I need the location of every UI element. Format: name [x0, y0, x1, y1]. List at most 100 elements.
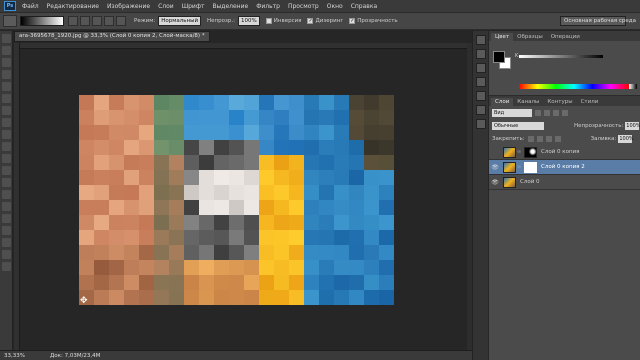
lock-all-icon[interactable] — [554, 135, 561, 142]
history-brush-tool-icon[interactable] — [2, 142, 11, 151]
angle-gradient-button[interactable] — [92, 16, 102, 26]
adjustment-filter-icon[interactable] — [544, 109, 550, 116]
layer-mask-thumbnail[interactable] — [524, 161, 537, 173]
tab-color[interactable]: Цвет — [491, 33, 514, 41]
pen-tool-icon[interactable] — [2, 202, 11, 211]
path-select-tool-icon[interactable] — [2, 226, 11, 235]
marquee-tool-icon[interactable] — [2, 46, 11, 55]
lock-position-icon[interactable] — [545, 135, 552, 142]
shape-tool-icon[interactable] — [2, 238, 11, 247]
layer-thumbnail[interactable] — [503, 146, 516, 158]
layer-name[interactable]: Слой 0 — [520, 179, 540, 185]
mosaic-tile — [214, 245, 229, 260]
layer-row[interactable]: 👁 Слой 0 — [489, 175, 640, 190]
workspace-select[interactable]: Основная рабочая среда — [560, 16, 636, 26]
menu-image[interactable]: Изображение — [107, 3, 150, 10]
lasso-tool-icon[interactable] — [2, 58, 11, 67]
opacity-input[interactable]: 100% — [238, 16, 260, 26]
gradient-tool-icon[interactable] — [3, 15, 17, 27]
pixel-filter-icon[interactable] — [535, 109, 541, 116]
properties-panel-icon[interactable] — [476, 49, 486, 59]
k-channel-slider[interactable] — [519, 55, 603, 58]
inverse-checkbox-box[interactable] — [265, 18, 272, 24]
layer-name[interactable]: Слой 0 копия 2 — [541, 164, 585, 170]
crop-tool-icon[interactable] — [2, 82, 11, 91]
zoom-tool-icon[interactable] — [2, 262, 11, 271]
visibility-toggle-icon[interactable]: 👁 — [489, 179, 501, 186]
type-tool-icon[interactable] — [2, 214, 11, 223]
clone-stamp-tool-icon[interactable] — [2, 130, 11, 139]
menu-select[interactable]: Выделение — [212, 3, 248, 10]
layer-mask-thumbnail[interactable] — [524, 146, 537, 158]
type-filter-icon[interactable] — [553, 109, 559, 116]
layer-row[interactable]: ∞ Слой 0 копия — [489, 145, 640, 160]
zoom-level[interactable]: 33,33% — [4, 353, 32, 359]
layer-thumbnail[interactable] — [503, 161, 516, 173]
layer-opacity-input[interactable]: 100% — [625, 121, 640, 130]
foreground-color-swatch[interactable] — [493, 51, 505, 63]
inverse-label: Инверсия — [273, 18, 302, 24]
visibility-toggle-icon[interactable]: 👁 — [489, 164, 501, 171]
dodge-tool-icon[interactable] — [2, 190, 11, 199]
menu-filter[interactable]: Фильтр — [256, 3, 280, 10]
info-panel-icon[interactable] — [476, 63, 486, 73]
mosaic-tile — [199, 155, 214, 170]
brush-tool-icon[interactable] — [2, 118, 11, 127]
tab-styles[interactable]: Стили — [577, 98, 603, 106]
quick-select-tool-icon[interactable] — [2, 70, 11, 79]
menu-layers[interactable]: Слои — [158, 3, 174, 10]
transparency-checkbox-box[interactable]: ✓ — [349, 18, 356, 24]
menu-help[interactable]: Справка — [351, 3, 377, 10]
tab-channels[interactable]: Каналы — [513, 98, 543, 106]
lock-image-icon[interactable] — [536, 135, 543, 142]
image-canvas[interactable] — [79, 95, 394, 305]
eraser-tool-icon[interactable] — [2, 154, 11, 163]
diamond-gradient-button[interactable] — [116, 16, 126, 26]
layer-kind-select[interactable]: Вид — [492, 108, 532, 117]
inverse-checkbox[interactable]: Инверсия — [265, 18, 302, 24]
menu-file[interactable]: Файл — [22, 3, 39, 10]
dither-checkbox-box[interactable]: ✓ — [307, 18, 314, 24]
mosaic-tile — [124, 110, 139, 125]
grayscale-ramp[interactable] — [629, 84, 637, 89]
gradient-picker[interactable] — [20, 16, 64, 26]
tool-presets-icon[interactable] — [476, 119, 486, 129]
dither-checkbox[interactable]: ✓ Дизеринг — [307, 18, 343, 24]
menu-view[interactable]: Просмотр — [288, 3, 319, 10]
link-chain-icon[interactable]: ∞ — [517, 149, 522, 155]
layer-thumbnail[interactable] — [503, 176, 516, 188]
linear-gradient-button[interactable] — [68, 16, 78, 26]
layer-name[interactable]: Слой 0 копия — [541, 149, 579, 155]
fill-input[interactable]: 100% — [618, 134, 634, 143]
gradient-tool-icon-side[interactable] — [2, 166, 11, 175]
paragraph-panel-icon[interactable] — [476, 91, 486, 101]
tab-swatches[interactable]: Образцы — [513, 33, 547, 41]
transparency-checkbox[interactable]: ✓ Прозрачность — [349, 18, 398, 24]
mosaic-tile — [349, 110, 364, 125]
blend-mode-select[interactable]: Обычные — [492, 121, 544, 130]
document-tab[interactable]: ara-3695678_1920.jpg @ 33,3% (Слой 0 коп… — [14, 31, 210, 42]
move-tool-icon[interactable] — [2, 34, 11, 43]
menu-window[interactable]: Окно — [327, 3, 343, 10]
history-panel-icon[interactable] — [476, 35, 486, 45]
layer-row-selected[interactable]: 👁 ∞ Слой 0 копия 2 — [489, 160, 640, 175]
hand-tool-icon[interactable] — [2, 250, 11, 259]
tab-paths[interactable]: Контуры — [543, 98, 576, 106]
lock-transparent-icon[interactable] — [527, 135, 534, 142]
eyedropper-tool-icon[interactable] — [2, 94, 11, 103]
tab-layers[interactable]: Слои — [491, 98, 514, 106]
healing-tool-icon[interactable] — [2, 106, 11, 115]
tab-actions[interactable]: Операции — [547, 33, 584, 41]
mode-select[interactable]: Нормальный — [158, 16, 202, 26]
shape-filter-icon[interactable] — [562, 109, 568, 116]
menu-edit[interactable]: Редактирование — [47, 3, 99, 10]
color-spectrum[interactable] — [519, 84, 629, 89]
menu-type[interactable]: Шрифт — [182, 3, 205, 10]
brush-panel-icon[interactable] — [476, 105, 486, 115]
character-panel-icon[interactable] — [476, 77, 486, 87]
link-chain-icon[interactable]: ∞ — [517, 164, 522, 170]
blur-tool-icon[interactable] — [2, 178, 11, 187]
radial-gradient-button[interactable] — [80, 16, 90, 26]
mosaic-tile — [349, 125, 364, 140]
reflected-gradient-button[interactable] — [104, 16, 114, 26]
